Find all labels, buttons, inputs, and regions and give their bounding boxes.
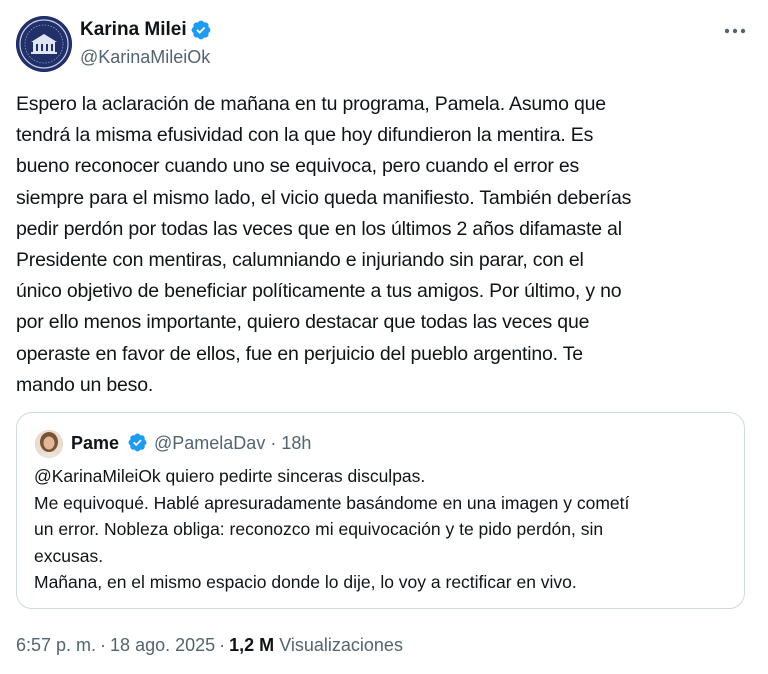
verified-badge-icon <box>128 433 147 452</box>
more-horizontal-icon[interactable] <box>718 20 752 42</box>
author-avatar[interactable] <box>16 16 72 72</box>
separator-dot: · <box>219 635 226 655</box>
tweet-time[interactable]: 6:57 p. m. <box>16 635 96 655</box>
tweet-footer-meta: 6:57 p. m. · 18 ago. 2025 · 1,2 M Visualizac… <box>16 634 403 656</box>
verified-badge-icon <box>191 20 211 40</box>
tweet-date[interactable]: 18 ago. 2025 <box>110 635 215 655</box>
views-count: 1,2 M <box>229 635 275 655</box>
quote-text: @KarinaMileiOk quiero pedirte sinceras d… <box>34 466 630 592</box>
quoted-tweet[interactable]: Pame @PamelaDav · 18h @KarinaMileiOk qui… <box>16 412 745 609</box>
tweet: Karina Milei @KarinaMileiOk Espero la ac… <box>0 0 768 674</box>
views-label: Visualizaciones <box>279 635 403 655</box>
quote-timestamp[interactable]: 18h <box>281 433 311 453</box>
quote-author-handle[interactable]: @PamelaDav <box>154 433 265 453</box>
quote-meta: @PamelaDav · 18h <box>154 432 311 454</box>
author-name[interactable]: Karina Milei <box>80 18 187 42</box>
separator-dot: · <box>270 433 277 453</box>
quote-author-name[interactable]: Pame <box>71 431 119 455</box>
quote-author-avatar[interactable] <box>35 430 63 458</box>
tweet-text: Espero la aclaración de mañana en tu pro… <box>16 93 632 396</box>
separator-dot: · <box>100 635 107 655</box>
author-handle[interactable]: @KarinaMileiOk <box>80 46 210 68</box>
